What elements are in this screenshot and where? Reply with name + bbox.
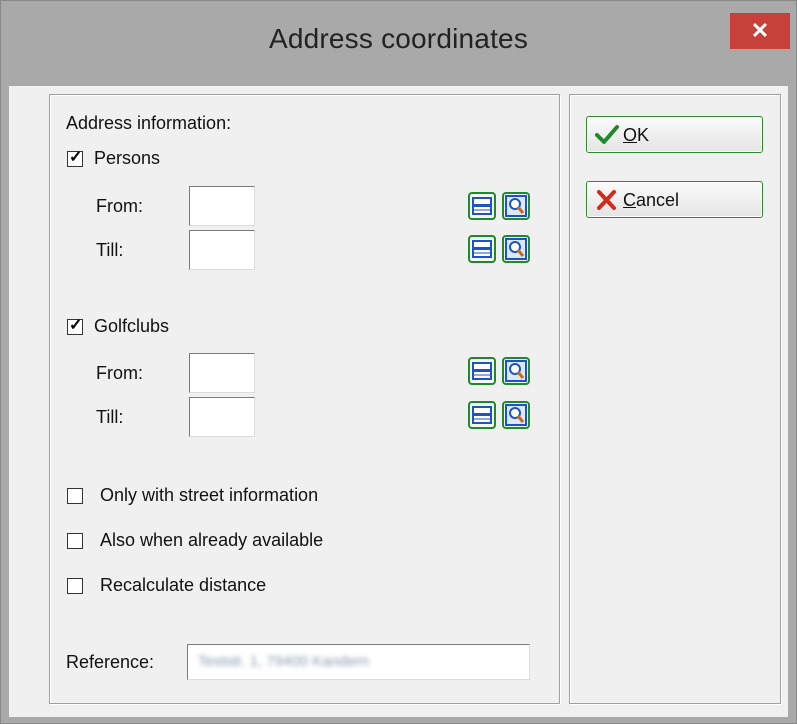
ok-label: OK	[623, 125, 649, 146]
table-icon	[472, 240, 492, 258]
ok-mnemonic: O	[623, 125, 638, 145]
golfclubs-check-mark: ✓	[69, 317, 83, 334]
golfclubs-till-search-button[interactable]	[502, 401, 530, 429]
street-info-checkbox[interactable]	[67, 488, 83, 504]
address-panel: Address information: ✓ Persons From: Til…	[49, 94, 560, 704]
title-bar[interactable]: Address coordinates ✕	[1, 1, 796, 85]
persons-till-label: Till:	[96, 240, 124, 260]
persons-from-label: From:	[96, 196, 143, 216]
cross-icon	[597, 190, 616, 210]
dialog-client-area: Address information: ✓ Persons From: Til…	[9, 86, 788, 717]
persons-till-input[interactable]	[189, 230, 255, 270]
magnifier-icon	[505, 195, 527, 217]
golfclubs-from-input[interactable]	[189, 353, 255, 393]
persons-label: Persons	[94, 148, 161, 168]
window-title: Address coordinates	[268, 23, 529, 54]
ok-button[interactable]: OK	[586, 116, 763, 153]
table-icon	[472, 362, 492, 380]
already-available-label: Also when already available	[100, 530, 324, 550]
persons-from-search-button[interactable]	[502, 192, 530, 220]
persons-from-list-button[interactable]	[468, 192, 496, 220]
table-icon	[472, 406, 492, 424]
golfclubs-from-list-button[interactable]	[468, 357, 496, 385]
checkmark-icon	[595, 125, 619, 144]
button-panel: OK Cancel	[569, 94, 781, 704]
golfclubs-till-list-button[interactable]	[468, 401, 496, 429]
persons-till-search-button[interactable]	[502, 235, 530, 263]
cancel-label: Cancel	[623, 190, 679, 211]
cancel-mnemonic: C	[623, 190, 636, 210]
ok-label-rest: K	[637, 125, 650, 145]
persons-checkbox[interactable]: ✓	[67, 149, 83, 167]
already-available-checkbox[interactable]	[67, 533, 83, 549]
persons-from-input[interactable]	[189, 186, 255, 226]
reference-label: Reference:	[66, 652, 155, 672]
close-button[interactable]: ✕	[730, 13, 790, 49]
magnifier-icon	[505, 360, 527, 382]
golfclubs-label: Golfclubs	[94, 316, 170, 336]
street-info-label: Only with street information	[100, 485, 319, 505]
reference-value: Teststr. 1, 79400 Kandern	[198, 653, 369, 670]
golfclubs-till-input[interactable]	[189, 397, 255, 437]
dialog-window: Address coordinates ✕ Address informatio…	[0, 0, 797, 724]
cancel-button[interactable]: Cancel	[586, 181, 763, 218]
recalculate-distance-checkbox[interactable]	[67, 578, 83, 594]
close-icon: ✕	[750, 18, 770, 43]
golfclubs-checkbox[interactable]: ✓	[67, 317, 83, 335]
golfclubs-from-label: From:	[96, 363, 143, 383]
golfclubs-till-label: Till:	[96, 407, 124, 427]
recalculate-distance-label: Recalculate distance	[100, 575, 267, 595]
persons-check-mark: ✓	[69, 149, 83, 166]
table-icon	[472, 197, 492, 215]
persons-till-list-button[interactable]	[468, 235, 496, 263]
magnifier-icon	[505, 238, 527, 260]
reference-input[interactable]: Teststr. 1, 79400 Kandern	[187, 644, 530, 680]
cancel-label-rest: ancel	[636, 190, 680, 210]
magnifier-icon	[505, 404, 527, 426]
address-information-heading: Address information:	[66, 113, 232, 133]
golfclubs-from-search-button[interactable]	[502, 357, 530, 385]
